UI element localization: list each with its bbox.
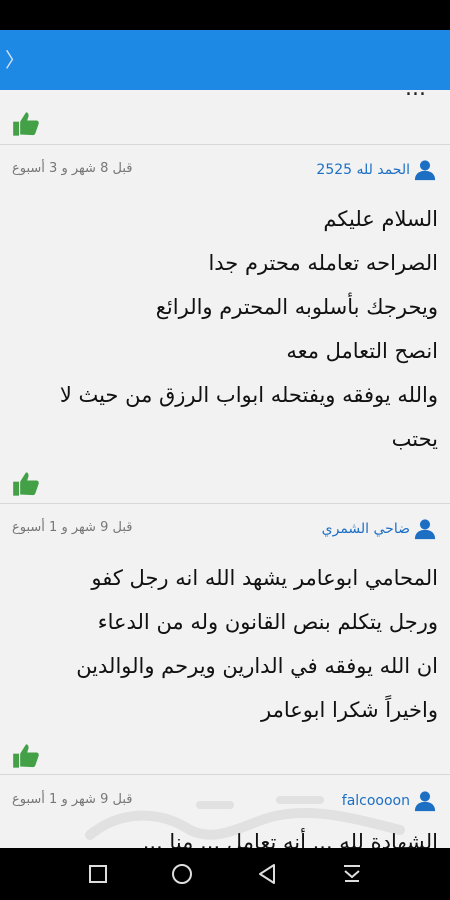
comment-line: ان الله يوفقه في الدارين ويرحم والوالدين (76, 654, 438, 678)
previous-post-text: ... (405, 90, 426, 101)
comment-author[interactable]: ضاحي الشمري (322, 518, 436, 540)
comment-card: ضاحي الشمري قبل 9 شهر و 1 أسبوع المحامي … (0, 504, 450, 774)
recent-apps-icon[interactable] (86, 862, 110, 886)
previous-post-tail: ... (0, 90, 450, 144)
comment-line: والله يوفقه ويفتحله ابواب الرزق من حيث ل… (59, 383, 438, 407)
comment-line: انصح التعامل معه (286, 339, 438, 363)
app-bar: 〉 (0, 30, 450, 90)
system-navigation-bar (0, 848, 450, 900)
timestamp: قبل 8 شهر و 3 أسبوع (12, 161, 133, 176)
comments-list[interactable]: ... الحمد لله 2525 قبل 8 شهر و 3 أسبوع ا… (0, 90, 450, 848)
comment-body: السلام عليكم الصراحه تعامله محترم جدا وي… (8, 197, 438, 461)
status-bar (0, 0, 450, 30)
notification-pull-down-icon[interactable] (340, 862, 364, 886)
user-icon (414, 160, 436, 181)
comment-line: الصراحه تعامله محترم جدا (208, 251, 438, 275)
thumbs-up-icon[interactable] (12, 742, 40, 770)
comment-line: السلام عليكم (323, 207, 438, 231)
username[interactable]: الحمد لله 2525 (316, 162, 410, 178)
thumbs-up-icon[interactable] (12, 470, 40, 498)
watermark-logo (85, 796, 405, 840)
user-icon (414, 519, 436, 540)
back-icon[interactable] (255, 862, 279, 886)
comment-card: الحمد لله 2525 قبل 8 شهر و 3 أسبوع السلا… (0, 145, 450, 503)
comment-author[interactable]: الحمد لله 2525 (316, 159, 436, 181)
chevron-left-icon[interactable]: 〉 (5, 48, 25, 72)
thumbs-up-icon[interactable] (12, 110, 40, 138)
comment-line: المحامي ابوعامر يشهد الله انه رجل كفو (91, 566, 438, 590)
comment-body: المحامي ابوعامر يشهد الله انه رجل كفو ور… (8, 556, 438, 732)
home-icon[interactable] (170, 862, 194, 886)
user-icon (414, 791, 436, 812)
username[interactable]: ضاحي الشمري (322, 521, 410, 537)
comment-line: ويحرجك بأسلوبه المحترم والرائع (155, 295, 438, 319)
comment-header: ضاحي الشمري قبل 9 شهر و 1 أسبوع (0, 504, 450, 540)
comment-line: ورجل يتكلم بنص القانون وله من الدعاء (97, 610, 438, 634)
comment-header: الحمد لله 2525 قبل 8 شهر و 3 أسبوع (0, 145, 450, 181)
timestamp: قبل 9 شهر و 1 أسبوع (12, 520, 133, 535)
divider (0, 774, 450, 775)
comment-line: يحتب (391, 427, 438, 451)
comment-line: واخيراً شكرا ابوعامر (261, 698, 438, 722)
